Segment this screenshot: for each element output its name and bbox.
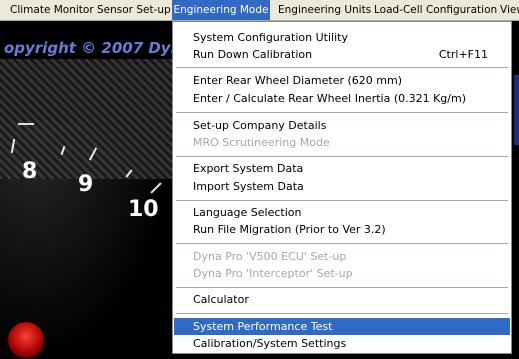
- menu-separator: [176, 156, 508, 157]
- menu-item-system-performance-test[interactable]: System Performance Test: [174, 318, 510, 335]
- menu-separator: [176, 112, 508, 113]
- menu-separator: [176, 287, 508, 288]
- engineering-mode-dropdown: System Configuration Utility Run Down Ca…: [172, 21, 512, 354]
- gauge-number-8: 8: [22, 159, 38, 184]
- menu-item-system-configuration-utility[interactable]: System Configuration Utility: [174, 29, 510, 46]
- menu-item-calculator[interactable]: Calculator: [174, 291, 510, 308]
- menu-item-language-selection[interactable]: Language Selection: [174, 204, 510, 221]
- menu-engineering-mode[interactable]: Engineering Mode: [172, 0, 270, 20]
- menu-item-company-details[interactable]: Set-up Company Details: [174, 117, 510, 134]
- menu-item-rear-wheel-diameter[interactable]: Enter Rear Wheel Diameter (620 mm): [174, 72, 510, 89]
- gauge-number-10: 10: [128, 197, 159, 222]
- menu-item-calibration-system-settings[interactable]: Calibration/System Settings: [174, 335, 510, 352]
- menu-climate-monitor[interactable]: Climate Monitor: [8, 0, 96, 20]
- menu-engineering-units[interactable]: Engineering Units: [276, 0, 373, 20]
- right-blue-marker: [514, 75, 519, 145]
- menu-sensor-setup[interactable]: Sensor Set-up: [95, 0, 173, 20]
- shortcut-label: Ctrl+F11: [438, 48, 488, 61]
- menu-item-v500-ecu-setup: Dyna Pro 'V500 ECU' Set-up: [193, 250, 347, 263]
- menu-separator: [176, 313, 508, 314]
- menu-item-run-down-calibration[interactable]: Run Down Calibration Ctrl+F11: [174, 46, 510, 63]
- menu-item-mro-scrutineering-mode: MRO Scrutineering Mode: [193, 136, 330, 149]
- menu-item-interceptor-setup: Dyna Pro 'Interceptor' Set-up: [193, 267, 353, 280]
- menu-item-run-file-migration[interactable]: Run File Migration (Prior to Ver 3.2): [174, 221, 510, 238]
- menu-load-cell-configuration[interactable]: Load-Cell Configuration: [372, 0, 499, 20]
- menu-separator: [176, 200, 508, 201]
- menu-separator: [176, 67, 508, 68]
- menu-separator: [176, 243, 508, 244]
- red-indicator-light: [8, 322, 44, 358]
- menu-item-import-system-data[interactable]: Import System Data: [174, 178, 510, 195]
- menu-item-export-system-data[interactable]: Export System Data: [174, 160, 510, 177]
- menu-item-rear-wheel-inertia[interactable]: Enter / Calculate Rear Wheel Inertia (0.…: [174, 90, 510, 107]
- right-background-strip: [514, 21, 519, 359]
- gauge-number-9: 9: [78, 172, 94, 197]
- menu-bar: Climate Monitor Sensor Set-up Engineerin…: [0, 0, 519, 21]
- copyright-text: opyright © 2007 Dyna: [4, 39, 192, 57]
- menu-view[interactable]: View: [498, 0, 519, 20]
- gauge-tick: [18, 123, 34, 125]
